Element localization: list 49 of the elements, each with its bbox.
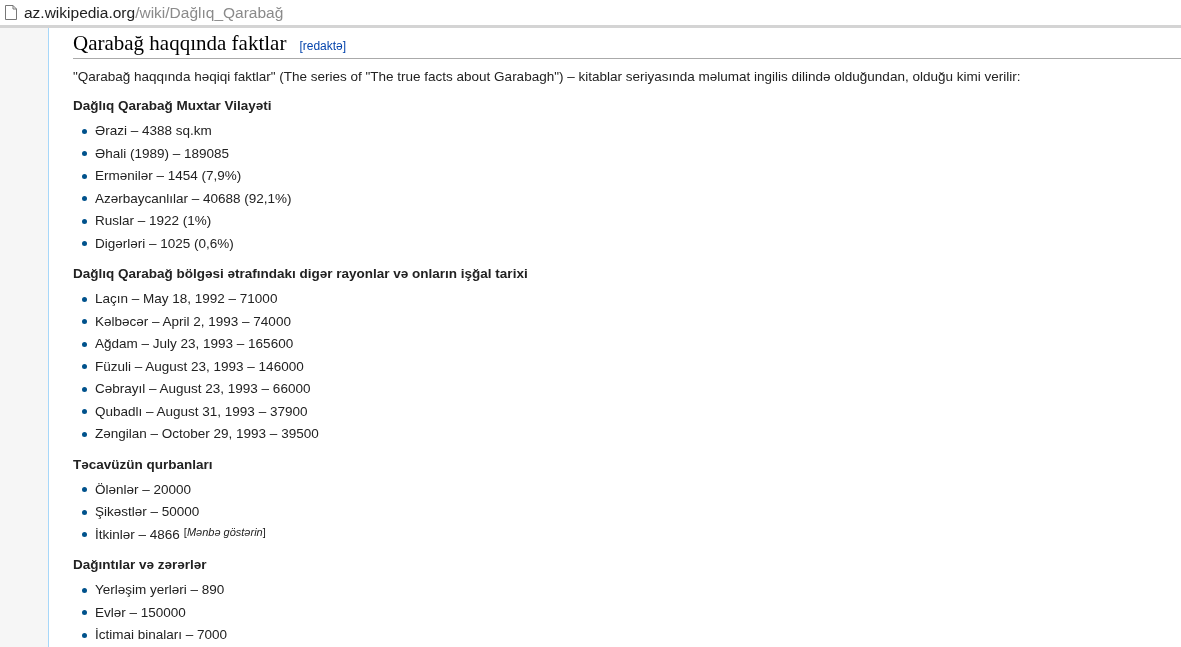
intro-paragraph: "Qarabağ haqqında həqiqi faktlar" (The series of "The true facts about Garabagh") – kitablar seriyasında məlumat ingilis dilində olduğundan, olduğu kimi verilir: <box>73 68 1022 86</box>
bullet-icon <box>82 364 87 370</box>
list-item-text: Qubadlı – August 31, 1993 – 37900 <box>95 402 308 421</box>
bullet-icon <box>82 487 87 493</box>
subsection-heading: Dağlıq Qarabağ bölgəsi ətrafındakı digər rayonlar və onların işğal tarixi <box>73 265 529 283</box>
edit-link[interactable]: [redaktə] <box>299 39 347 53</box>
list-item-text: İtkinlər – 4866 <box>95 525 180 544</box>
bullet-icon <box>82 509 87 515</box>
bullet-icon <box>82 151 87 157</box>
list-item-text: Zəngilan – October 29, 1993 – 39500 <box>95 425 319 443</box>
bullet-icon <box>82 386 87 392</box>
citation-needed-link[interactable]: [Mənbə göstərin] <box>183 523 266 540</box>
bullet-icon <box>82 319 87 325</box>
url-host[interactable]: az.wikipedia.org <box>24 3 136 22</box>
list-item-text: Füzuli – August 23, 1993 – 146000 <box>95 357 304 376</box>
list-item-text: İctimai binaları – 7000 <box>95 626 228 644</box>
list-item-text: Yerləşim yerləri – 890 <box>95 581 225 599</box>
list-item-text: Digərləri – 1025 (0,6%) <box>95 234 234 253</box>
list-item-text: Şikəstlər – 50000 <box>95 503 200 521</box>
bullet-icon <box>82 431 87 437</box>
bullet-icon <box>82 587 87 593</box>
bullet-icon <box>82 196 87 202</box>
bullet-icon <box>82 610 87 616</box>
subsection-heading: Dağlıq Qarabağ Muxtar Vilayəti <box>73 97 273 115</box>
list-item-text: Kəlbəcər – April 2, 1993 – 74000 <box>95 312 291 331</box>
bullet-icon <box>82 341 87 347</box>
list-item-text: Laçın – May 18, 1992 – 71000 <box>95 290 278 308</box>
bullet-icon <box>82 409 87 415</box>
list-item-text: Ölənlər – 20000 <box>95 480 192 499</box>
bullet-icon <box>82 241 87 247</box>
list-item-text: Evlər – 150000 <box>95 603 186 622</box>
list-item-text: Ermənilər – 1454 (7,9%) <box>95 167 242 185</box>
list-item-text: Ağdam – July 23, 1993 – 165600 <box>95 335 294 353</box>
list-item-text: Əhali (1989) – 189085 <box>95 144 229 163</box>
subsection-heading: Təcavüzün qurbanları <box>73 455 214 474</box>
page-icon <box>5 5 17 20</box>
url-path[interactable]: /wiki/Dağlıq_Qarabağ <box>135 3 284 22</box>
list-item-text: Ruslar – 1922 (1%) <box>95 212 212 230</box>
bullet-icon <box>82 296 87 302</box>
section-heading: Qarabağ haqqında faktlar <box>73 31 287 56</box>
bullet-icon <box>82 632 87 638</box>
list-item-text: Ərazi – 4388 sq.km <box>95 122 212 140</box>
list-item-text: Cəbrayıl – August 23, 1993 – 66000 <box>95 380 311 398</box>
bullet-icon <box>82 128 87 134</box>
list-item-text: Azərbaycanlılar – 40688 (92,1%) <box>95 189 292 208</box>
bullet-icon <box>82 173 87 179</box>
subsection-heading: Dağıntılar və zərərlər <box>73 556 208 574</box>
bullet-icon <box>82 218 87 224</box>
bullet-icon <box>82 532 87 538</box>
